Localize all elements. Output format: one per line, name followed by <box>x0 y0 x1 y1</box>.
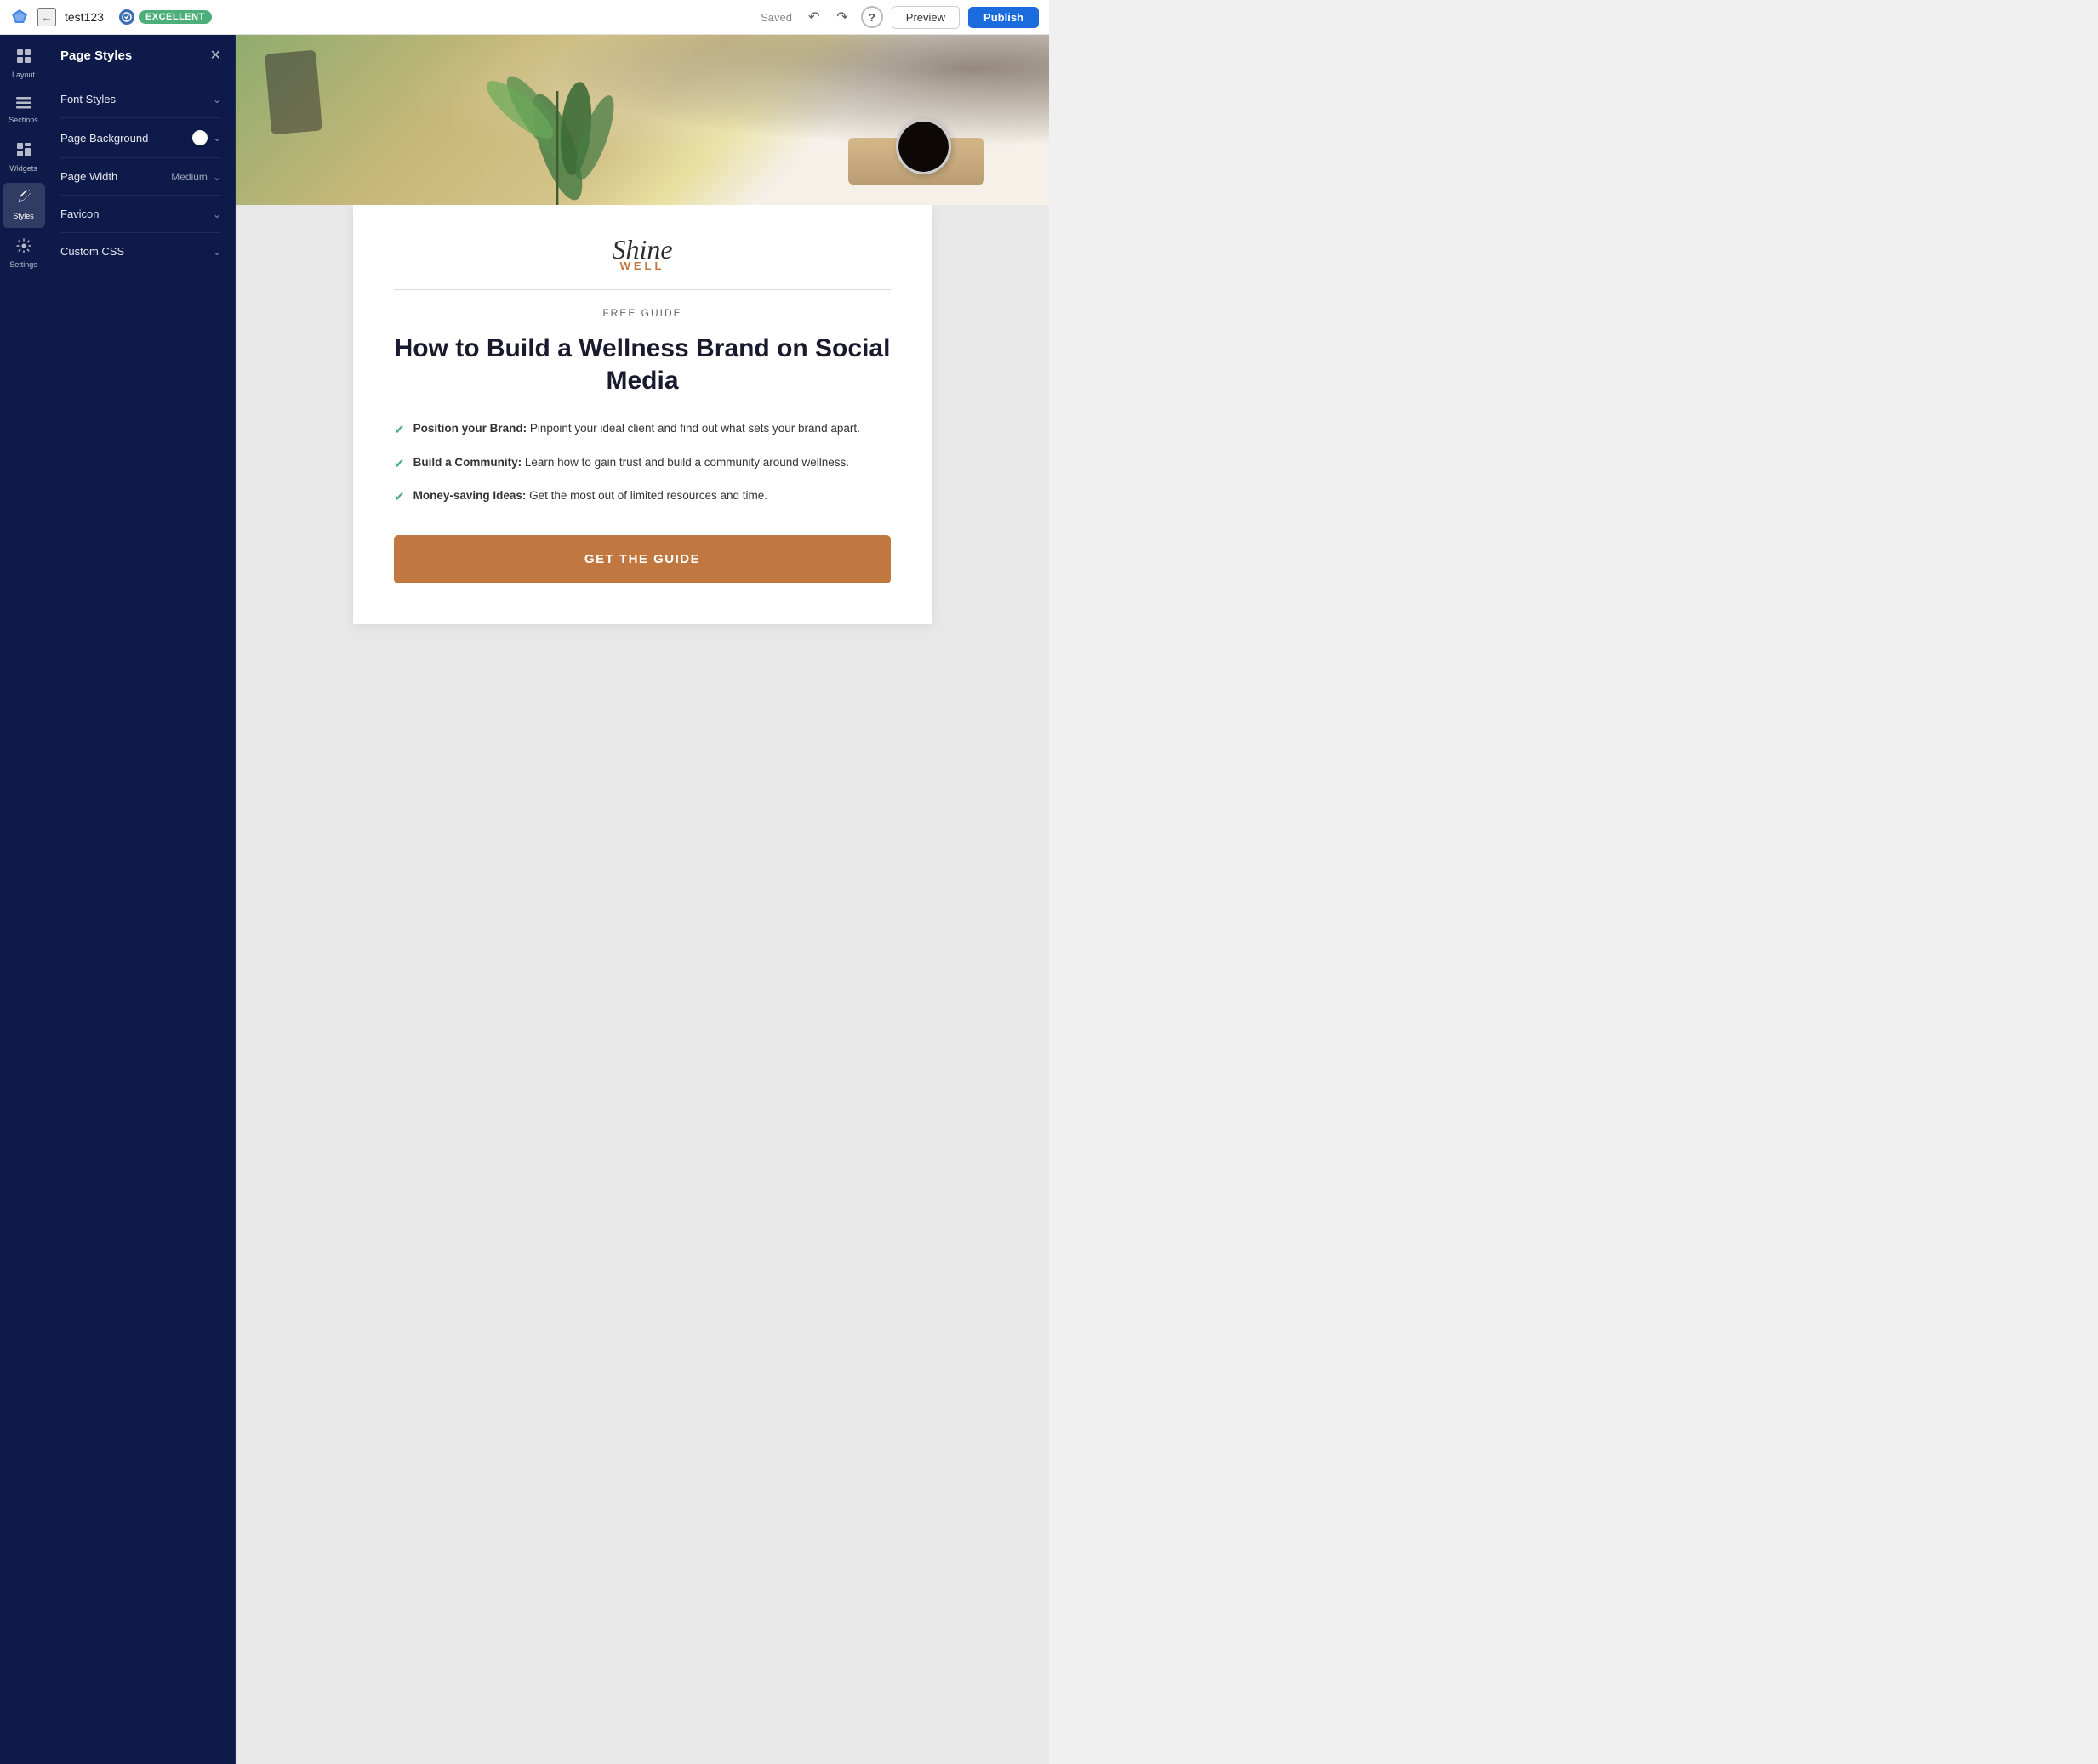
free-guide-label: FREE GUIDE <box>394 307 891 319</box>
project-title: test123 <box>65 10 104 24</box>
hero-leaves-svg <box>464 35 651 205</box>
sections-icon <box>16 97 31 113</box>
page-background-chevron: ⌄ <box>213 132 221 144</box>
custom-css-row[interactable]: Custom CSS ⌄ <box>60 233 221 270</box>
page-width-label: Page Width <box>60 170 117 183</box>
layout-icon <box>16 48 31 68</box>
bullet-item-1: ✔ Position your Brand: Pinpoint your ide… <box>394 420 891 441</box>
sidebar-item-layout[interactable]: Layout <box>3 42 45 87</box>
page-background-right: ⌄ <box>192 130 221 145</box>
page-width-row[interactable]: Page Width Medium ⌄ <box>60 158 221 196</box>
custom-css-chevron: ⌄ <box>213 246 221 258</box>
favicon-right: ⌄ <box>213 208 221 220</box>
font-styles-chevron: ⌄ <box>213 94 221 105</box>
font-styles-row[interactable]: Font Styles ⌄ <box>60 81 221 118</box>
sidebar-item-sections[interactable]: Sections <box>3 90 45 132</box>
cta-button[interactable]: GET THE GUIDE <box>394 535 891 583</box>
bullet-detail-3: Get the most out of limited resources an… <box>529 489 767 502</box>
font-styles-label: Font Styles <box>60 93 116 105</box>
undo-button[interactable]: ↶ <box>804 7 824 27</box>
settings-icon <box>16 238 31 258</box>
logo-well: WELL <box>394 259 891 272</box>
favicon-row[interactable]: Favicon ⌄ <box>60 196 221 233</box>
layout-label: Layout <box>12 71 35 80</box>
checkmark-2: ✔ <box>394 455 405 475</box>
main-layout: Layout Sections Widgets <box>0 35 1049 1764</box>
save-status: Saved <box>761 11 792 24</box>
checkmark-1: ✔ <box>394 421 405 441</box>
favicon-chevron: ⌄ <box>213 208 221 220</box>
sections-label: Sections <box>9 116 38 125</box>
bullet-bold-1: Position your Brand: <box>413 422 527 435</box>
bullet-item-2: ✔ Build a Community: Learn how to gain t… <box>394 454 891 475</box>
custom-css-right: ⌄ <box>213 246 221 258</box>
coffee-cup <box>896 119 951 174</box>
bullet-bold-3: Money-saving Ideas: <box>413 489 527 502</box>
styles-label: Styles <box>13 212 34 221</box>
custom-css-label: Custom CSS <box>60 245 124 258</box>
back-button[interactable]: ← <box>37 8 56 26</box>
page-width-value: Medium <box>171 171 208 183</box>
widgets-label: Widgets <box>9 164 37 174</box>
publish-button[interactable]: Publish <box>968 7 1039 28</box>
page-background-toggle[interactable] <box>192 130 208 145</box>
panel-header: Page Styles ✕ <box>60 48 221 63</box>
hero-image <box>236 35 1049 205</box>
phone-hint <box>265 50 322 135</box>
icon-sidebar: Layout Sections Widgets <box>0 35 47 1764</box>
bullet-detail-2: Learn how to gain trust and build a comm… <box>525 456 849 469</box>
sidebar-item-styles[interactable]: Styles <box>3 183 45 228</box>
bullet-text-2: Build a Community: Learn how to gain tru… <box>413 454 849 471</box>
badge-label: EXCELLENT <box>139 10 212 24</box>
page-background-row[interactable]: Page Background ⌄ <box>60 118 221 158</box>
panel-title: Page Styles <box>60 48 132 63</box>
badge-icon <box>119 9 134 25</box>
page-styles-panel: Page Styles ✕ Font Styles ⌄ Page Backgro… <box>47 35 236 1764</box>
page-width-right: Medium ⌄ <box>171 171 221 183</box>
bullet-text-3: Money-saving Ideas: Get the most out of … <box>413 487 767 504</box>
help-button[interactable]: ? <box>861 6 883 28</box>
panel-close-button[interactable]: ✕ <box>210 49 221 63</box>
page-width-chevron: ⌄ <box>213 171 221 183</box>
redo-button[interactable]: ↷ <box>832 7 852 27</box>
bullet-text-1: Position your Brand: Pinpoint your ideal… <box>413 420 860 437</box>
content-card: Shine WELL FREE GUIDE How to Build a Wel… <box>353 205 932 624</box>
styles-icon <box>16 190 31 209</box>
font-styles-right: ⌄ <box>213 94 221 105</box>
widgets-icon <box>16 142 31 162</box>
bullet-list: ✔ Position your Brand: Pinpoint your ide… <box>394 420 891 508</box>
page-background-label: Page Background <box>60 132 148 145</box>
excellence-badge: EXCELLENT <box>119 9 212 25</box>
main-heading: How to Build a Wellness Brand on Social … <box>394 333 891 396</box>
logo-divider <box>394 289 891 290</box>
preview-button[interactable]: Preview <box>892 6 960 29</box>
sidebar-item-widgets[interactable]: Widgets <box>3 135 45 180</box>
checkmark-3: ✔ <box>394 488 405 508</box>
app-logo <box>10 8 29 26</box>
bullet-item-3: ✔ Money-saving Ideas: Get the most out o… <box>394 487 891 508</box>
settings-label: Settings <box>9 260 37 270</box>
sidebar-item-settings[interactable]: Settings <box>3 231 45 276</box>
favicon-label: Favicon <box>60 208 100 220</box>
canvas-area: Shine WELL FREE GUIDE How to Build a Wel… <box>236 35 1049 1764</box>
top-bar: ← test123 EXCELLENT Saved ↶ ↷ ? Preview … <box>0 0 1049 35</box>
bullet-bold-2: Build a Community: <box>413 456 522 469</box>
bullet-detail-1: Pinpoint your ideal client and find out … <box>530 422 860 435</box>
logo-area: Shine WELL <box>394 236 891 272</box>
